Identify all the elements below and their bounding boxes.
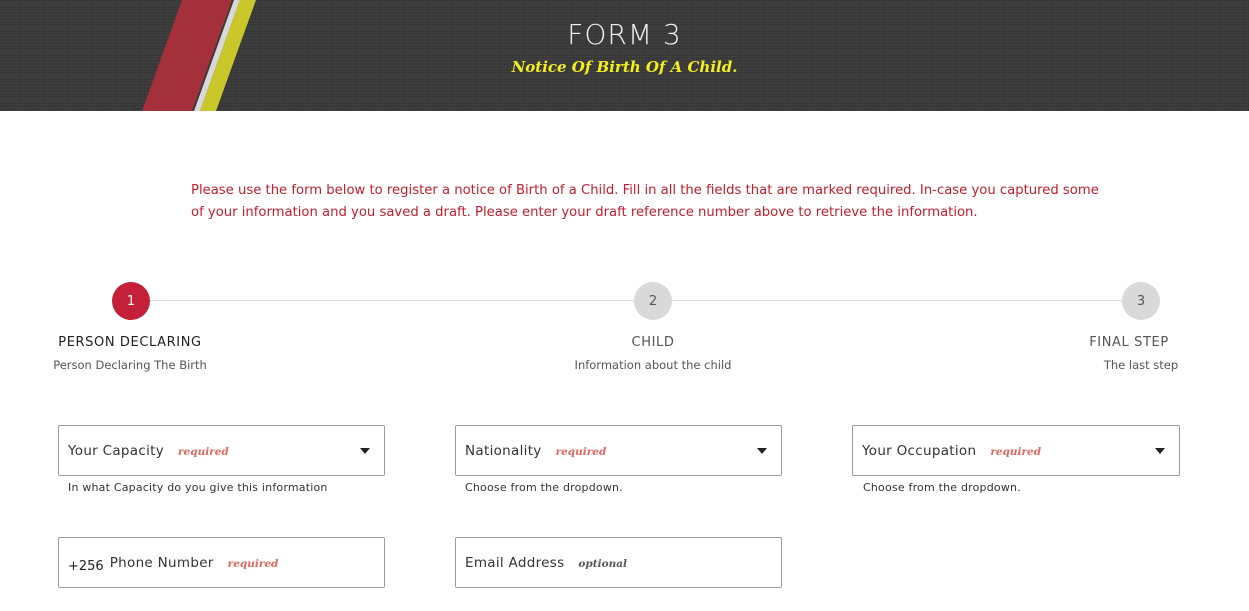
step-2-circle[interactable]: 2 — [634, 282, 672, 320]
step-1-title: PERSON DECLARING — [58, 335, 202, 350]
email-optional-tag: optional — [578, 558, 628, 570]
capacity-label: Your Capacity — [68, 442, 165, 459]
nationality-required-tag: required — [555, 446, 607, 458]
nationality-help-text: Choose from the dropdown. — [465, 481, 623, 494]
step-3-title: FINAL STEP — [1089, 335, 1169, 350]
phone-number-field[interactable]: +256 Phone Number required — [58, 537, 385, 588]
step-3-circle[interactable]: 3 — [1122, 282, 1160, 320]
step-2-subtitle: Information about the child — [574, 358, 732, 372]
capacity-help-text: In what Capacity do you give this inform… — [68, 481, 328, 494]
step-1-subtitle: Person Declaring The Birth — [53, 358, 207, 372]
phone-label: Phone Number — [109, 554, 214, 571]
capacity-select[interactable]: Your Capacity required — [58, 425, 385, 476]
header-stripes-decoration — [142, 0, 256, 111]
page-header: FORM 3 Notice Of Birth Of A Child. — [0, 0, 1249, 111]
email-label: Email Address — [465, 554, 565, 571]
page-subtitle: Notice Of Birth Of A Child. — [511, 58, 738, 76]
occupation-help-text: Choose from the dropdown. — [863, 481, 1021, 494]
chevron-down-icon — [360, 448, 370, 454]
occupation-select[interactable]: Your Occupation required — [852, 425, 1180, 476]
chevron-down-icon — [1155, 448, 1165, 454]
occupation-label: Your Occupation — [862, 442, 977, 459]
page-title: FORM 3 — [567, 18, 682, 51]
step-1-circle[interactable]: 1 — [112, 282, 150, 320]
chevron-down-icon — [757, 448, 767, 454]
intro-instructions: Please use the form below to register a … — [191, 183, 1099, 220]
capacity-required-tag: required — [178, 446, 229, 458]
email-address-field[interactable]: Email Address optional — [455, 537, 782, 588]
phone-country-code: +256 — [68, 559, 104, 574]
nationality-label: Nationality — [465, 442, 542, 459]
occupation-required-tag: required — [990, 446, 1042, 458]
phone-required-tag: required — [227, 558, 279, 570]
step-3-subtitle: The last step — [1103, 358, 1179, 372]
nationality-select[interactable]: Nationality required — [455, 425, 782, 476]
step-2-title: CHILD — [631, 335, 675, 350]
